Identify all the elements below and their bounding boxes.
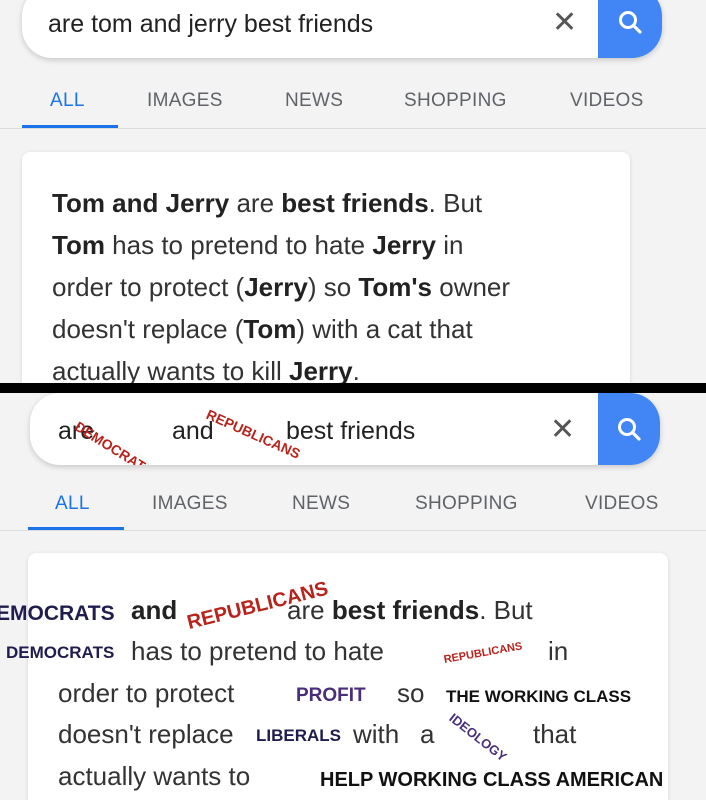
tab-images[interactable]: IMAGES — [147, 90, 223, 112]
snippet-word-a: a — [420, 719, 435, 749]
search-bar[interactable]: are tom and jerry best friends ✕ — [22, 0, 662, 58]
close-icon[interactable]: ✕ — [550, 415, 575, 445]
tabs-divider — [0, 128, 706, 129]
original-search-screenshot: are tom and jerry best friends ✕ ALL IMA… — [0, 0, 706, 383]
scrawl-working-class: THE WORKING CLASS — [446, 687, 632, 706]
search-tabs: ALL IMAGES NEWS SHOPPING VIDEOS — [0, 90, 706, 130]
search-icon — [618, 418, 641, 441]
search-icon — [619, 11, 642, 34]
tab-all[interactable]: ALL — [55, 493, 90, 515]
tab-news[interactable]: NEWS — [285, 90, 343, 112]
snippet-line-3: order to protect (Jerry) so Tom's owner — [52, 272, 511, 302]
scrawl-democrats-line2: DEMOCRATS — [6, 643, 115, 662]
snippet-line-5-text: actually wants to — [58, 761, 251, 791]
snippet-line-4: doesn't replace (Tom) with a cat that — [52, 314, 473, 344]
close-icon[interactable]: ✕ — [552, 8, 577, 38]
scrawl-democrats-line1: EMOCRATS — [0, 602, 115, 625]
tab-news[interactable]: NEWS — [292, 493, 350, 515]
snippet-word-in: in — [548, 636, 569, 666]
snippet-word-with: with — [353, 719, 400, 749]
scrawl-liberals: LIBERALS — [256, 726, 341, 745]
search-button[interactable] — [598, 0, 662, 58]
search-button[interactable] — [598, 393, 660, 465]
tab-videos[interactable]: VIDEOS — [585, 493, 659, 515]
panel-divider — [0, 383, 706, 393]
snippet-line-2: Tom has to pretend to hate Jerry in — [52, 230, 464, 260]
snippet-word-that: that — [533, 719, 577, 749]
snippet-line-1-rest: are best friends. But — [287, 595, 533, 625]
snippet-line-3-text: order to protect — [58, 678, 235, 708]
tabs-divider — [0, 530, 706, 531]
search-bar[interactable]: are and best friends Democrats Republica… — [30, 393, 660, 465]
tab-images[interactable]: IMAGES — [152, 493, 228, 515]
featured-snippet-text: Tom and Jerry are best friends. But Tom … — [52, 182, 510, 383]
tab-all[interactable]: ALL — [50, 90, 85, 112]
snippet-word-and: and — [131, 595, 178, 625]
snippet-word-so: so — [397, 678, 425, 708]
tab-shopping[interactable]: SHOPPING — [404, 90, 507, 112]
query-word-best-friends: best friends — [286, 417, 416, 445]
snippet-line-1: Tom and Jerry are best friends. But — [52, 188, 483, 218]
search-input[interactable]: are tom and jerry best friends — [48, 10, 373, 39]
tab-videos[interactable]: VIDEOS — [570, 90, 644, 112]
scrawl-profit: PROFIT — [296, 685, 366, 706]
featured-snippet-card: Tom and Jerry are best friends. But Tom … — [22, 152, 630, 383]
scrawl-help-working-class: HELP WORKING CLASS AMERICAN — [320, 769, 664, 791]
snippet-line-4-text: doesn't replace — [58, 719, 234, 749]
tab-shopping[interactable]: SHOPPING — [415, 493, 518, 515]
edited-search-screenshot: are and best friends Democrats Republica… — [0, 393, 706, 800]
snippet-line-2-text: has to pretend to hate — [131, 636, 384, 666]
snippet-line-5: actually wants to kill Jerry. — [52, 356, 360, 383]
